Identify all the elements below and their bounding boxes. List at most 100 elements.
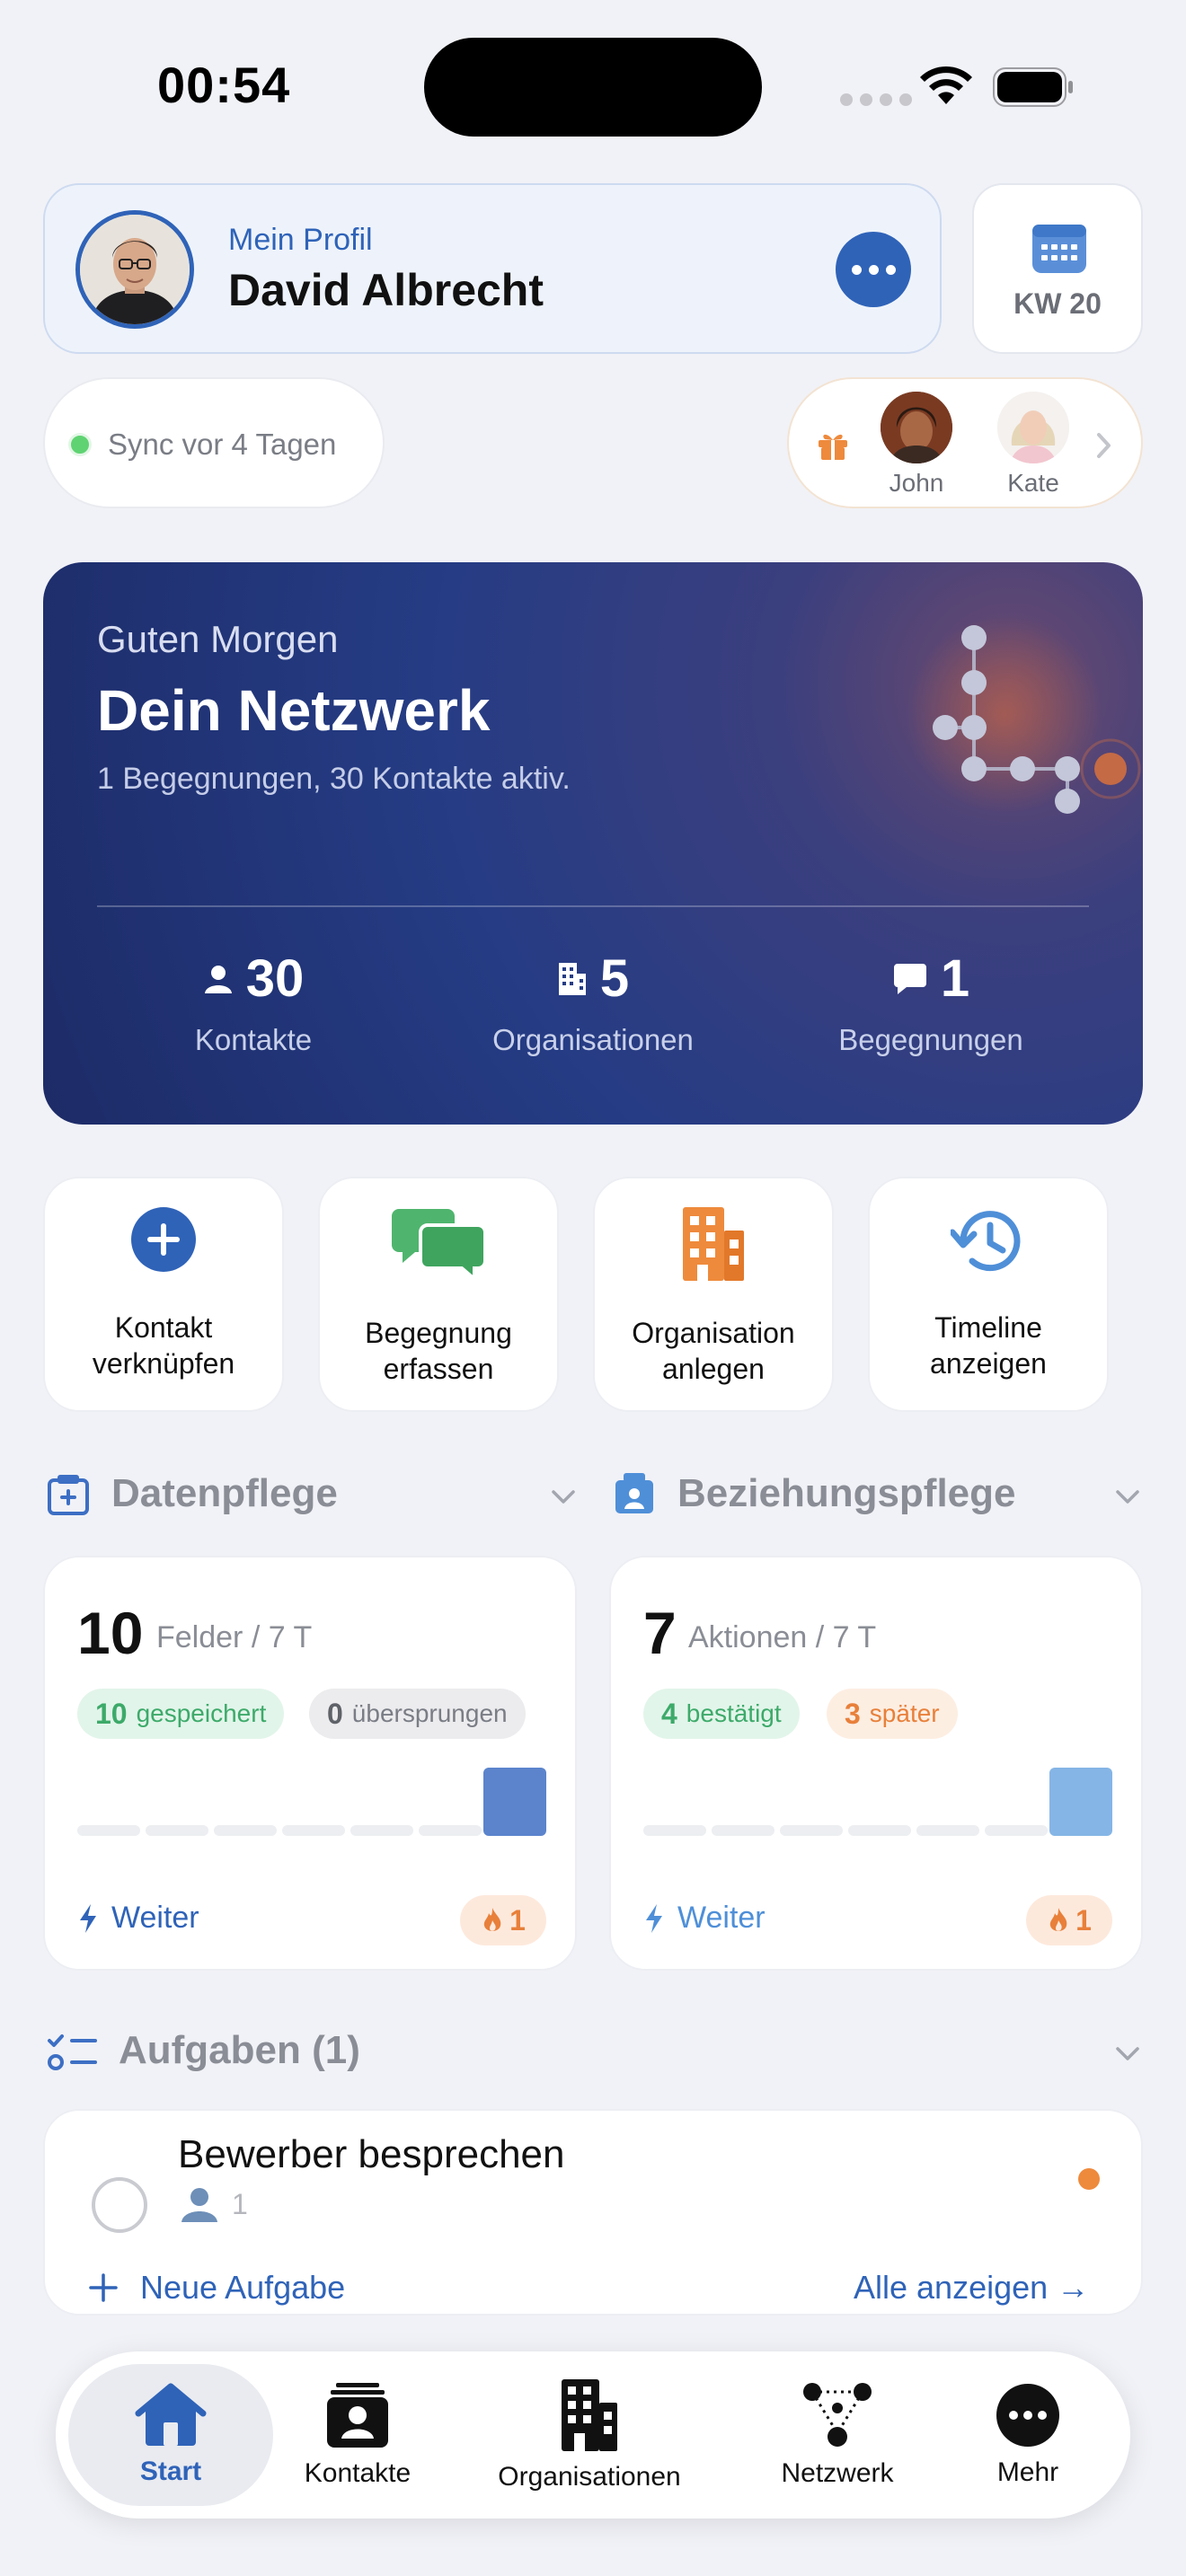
stat-value: 1 — [940, 949, 970, 1008]
tab-label: Kontakte — [304, 2458, 412, 2488]
later-chip: 3 später — [827, 1689, 958, 1739]
status-time: 00:54 — [157, 57, 291, 113]
chevron-right-icon[interactable] — [1094, 431, 1114, 460]
history-clock-icon — [951, 1211, 1021, 1272]
network-graph-icon — [803, 2383, 872, 2447]
tile-label-line2: anlegen — [662, 1353, 765, 1385]
metric-unit: Aktionen / 7 T — [688, 1620, 877, 1654]
chat-bubble-icon — [893, 963, 926, 994]
avatar — [75, 210, 194, 329]
section-title-datenpflege: Datenpflege — [111, 1471, 338, 1515]
calendar-icon — [1032, 225, 1086, 273]
record-encounter-button[interactable]: Begegnung erfassen — [318, 1177, 559, 1412]
metric-value: 7 — [643, 1600, 677, 1666]
stat-organisations[interactable]: 5 Organisationen — [458, 948, 728, 1057]
signal-icon — [840, 93, 912, 106]
wifi-icon — [920, 66, 972, 104]
sync-status-dot — [68, 433, 92, 456]
profile-more-button[interactable] — [836, 232, 911, 307]
profile-card[interactable]: Mein Profil David Albrecht — [43, 183, 942, 354]
tile-label-line1: Timeline — [934, 1311, 1042, 1344]
continue-label: Weiter — [111, 1901, 199, 1935]
tab-label: Mehr — [996, 2457, 1059, 2487]
tasks-card: Bewerber besprechen 1 Neue Aufgabe Alle … — [43, 2109, 1143, 2316]
stat-label: Kontakte — [194, 1023, 313, 1056]
skipped-chip: 0 übersprungen — [309, 1689, 526, 1739]
person-icon — [181, 2188, 217, 2222]
checklist-icon — [48, 2034, 97, 2070]
chip-label: gespeichert — [136, 1699, 267, 1727]
house-icon — [135, 2383, 207, 2446]
chevron-down-icon[interactable] — [1114, 1484, 1141, 1511]
dynamic-island — [424, 38, 762, 137]
avatar-john — [881, 392, 952, 463]
lightning-icon — [646, 1903, 662, 1933]
stat-value: 30 — [245, 949, 305, 1008]
birthdays-strip[interactable]: John Kate — [787, 377, 1143, 508]
hero-divider — [97, 905, 1089, 907]
beziehungspflege-card[interactable]: 7 Aktionen / 7 T 4 bestätigt 3 später We… — [609, 1556, 1143, 1971]
new-task-label: Neue Aufgabe — [140, 2269, 346, 2306]
saved-chip: 10 gespeichert — [77, 1689, 285, 1739]
week-activity-bars — [77, 1825, 482, 1836]
network-hero-card[interactable]: Guten Morgen Dein Netzwerk 1 Begegnungen… — [43, 562, 1143, 1125]
continue-button[interactable]: Weiter — [77, 1901, 199, 1936]
tile-label-line2: verknüpfen — [92, 1347, 235, 1380]
continue-button[interactable]: Weiter — [643, 1901, 766, 1936]
hero-title: Dein Netzwerk — [97, 678, 491, 743]
stat-value: 5 — [599, 949, 630, 1008]
plus-icon — [89, 2273, 118, 2302]
chip-value: 3 — [845, 1697, 861, 1730]
task-assignee-count: 1 — [232, 2187, 248, 2220]
show-all-tasks-link[interactable]: Alle anzeigen → — [854, 2269, 1089, 2307]
chip-label: später — [869, 1699, 940, 1727]
show-timeline-button[interactable]: Timeline anzeigen — [868, 1177, 1109, 1412]
flame-icon — [1049, 1908, 1067, 1931]
network-graph-icon — [906, 616, 1141, 814]
today-activity-bar — [1049, 1768, 1112, 1836]
today-activity-bar — [483, 1768, 546, 1836]
contact-card-icon — [327, 2383, 388, 2448]
stat-label: Organisationen — [492, 1023, 694, 1056]
chip-label: übersprungen — [351, 1699, 508, 1727]
chip-label: bestätigt — [686, 1699, 782, 1727]
continue-label: Weiter — [677, 1901, 766, 1935]
task-checkbox[interactable] — [92, 2177, 147, 2233]
chip-value: 10 — [95, 1697, 128, 1730]
tile-label-line2: anzeigen — [930, 1347, 1047, 1380]
task-title[interactable]: Bewerber besprechen — [178, 2132, 564, 2177]
hero-greeting: Guten Morgen — [97, 618, 339, 660]
building-icon — [558, 962, 586, 995]
create-organisation-button[interactable]: Organisation anlegen — [593, 1177, 834, 1412]
tab-more[interactable]: Mehr — [956, 2351, 1100, 2519]
tab-contacts[interactable]: Kontakte — [277, 2351, 438, 2519]
chip-value: 4 — [661, 1697, 677, 1730]
person-icon — [204, 965, 232, 993]
building-icon — [562, 2379, 617, 2451]
tab-start[interactable]: Start — [68, 2351, 273, 2519]
section-title-beziehungspflege: Beziehungspflege — [677, 1471, 1016, 1515]
tab-organisations[interactable]: Organisationen — [473, 2351, 706, 2519]
new-task-button[interactable]: Neue Aufgabe — [88, 2269, 345, 2307]
link-contact-button[interactable]: Kontakt verknüpfen — [43, 1177, 284, 1412]
calendar-week-button[interactable]: KW 20 — [972, 183, 1143, 354]
week-label: KW 20 — [1013, 287, 1102, 320]
chip-value: 0 — [327, 1697, 343, 1730]
metric-unit: Felder / 7 T — [156, 1620, 313, 1654]
stat-contacts[interactable]: 30 Kontakte — [119, 948, 388, 1057]
relationship-care-icon — [615, 1473, 653, 1513]
tab-network[interactable]: Netzwerk — [748, 2351, 927, 2519]
stat-encounters[interactable]: 1 Begegnungen — [796, 948, 1066, 1057]
tile-label-line1: Organisation — [632, 1317, 795, 1349]
tile-label-line1: Begegnung — [365, 1317, 512, 1349]
metric-value: 10 — [77, 1600, 144, 1666]
more-circle-icon — [996, 2384, 1059, 2447]
tab-label: Start — [139, 2457, 202, 2486]
datenpflege-card[interactable]: 10 Felder / 7 T 10 gespeichert 0 überspr… — [43, 1556, 577, 1971]
chevron-down-icon[interactable] — [550, 1484, 577, 1511]
gift-icon — [819, 434, 847, 460]
sync-status[interactable]: Sync vor 4 Tagen — [43, 377, 385, 508]
chevron-down-icon[interactable] — [1114, 2041, 1141, 2068]
stat-label: Begegnungen — [838, 1023, 1023, 1056]
avatar-kate — [997, 392, 1069, 463]
